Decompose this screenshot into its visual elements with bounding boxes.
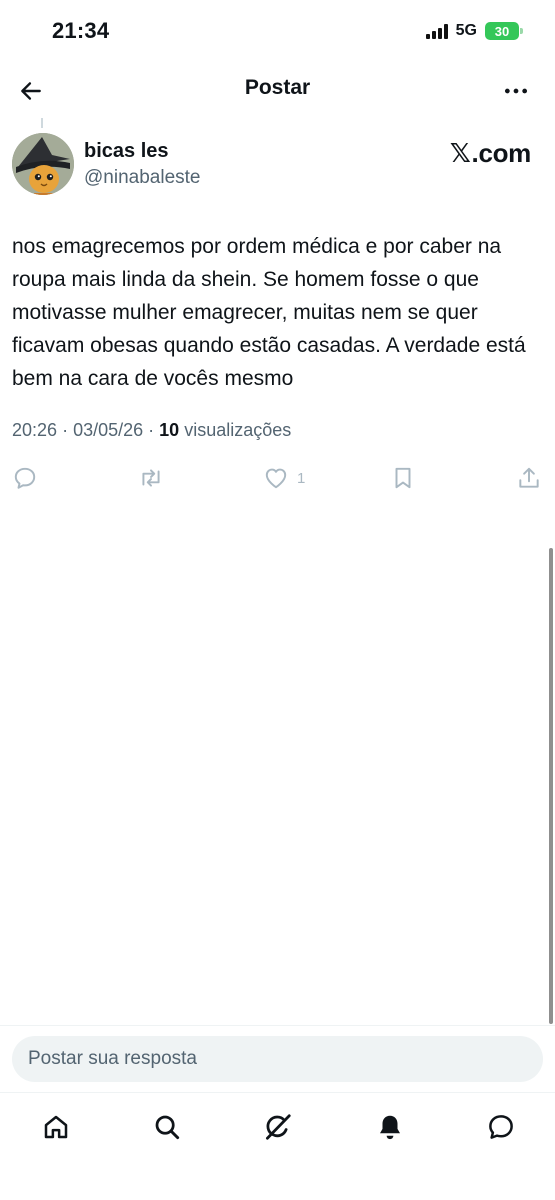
reply-input[interactable]	[12, 1036, 543, 1082]
author-handle[interactable]: @ninabaleste	[84, 167, 200, 189]
avatar-image	[12, 133, 74, 195]
network-label: 5G	[455, 22, 477, 39]
author-display-name[interactable]: bicas les	[84, 140, 169, 163]
heart-icon	[265, 468, 287, 489]
scrollbar[interactable]	[549, 548, 553, 1024]
tab-notifications[interactable]	[370, 1107, 410, 1147]
tab-home[interactable]	[36, 1107, 76, 1147]
post-time[interactable]: 20:26	[12, 420, 57, 440]
views-count: 10	[159, 420, 180, 440]
tab-grok[interactable]	[258, 1107, 298, 1147]
post-meta: 20:26 · 03/05/26 · 10 visualizações	[12, 420, 291, 441]
battery-icon: 30	[485, 22, 523, 40]
reply-button[interactable]	[12, 464, 38, 492]
messages-icon	[489, 1115, 513, 1139]
thread-connector	[41, 118, 43, 128]
repost-button[interactable]	[138, 464, 164, 492]
x-logo-icon: 𝕏	[449, 139, 471, 169]
post-text: nos emagrecemos por ordem médica e por c…	[12, 235, 526, 390]
avatar[interactable]	[12, 133, 74, 195]
bookmark-icon	[395, 467, 411, 489]
search-icon	[155, 1115, 180, 1140]
more-dots-icon	[504, 88, 528, 94]
repost-icon	[142, 469, 160, 487]
like-button[interactable]: 1	[263, 464, 305, 492]
page-title: Postar	[244, 76, 311, 99]
tab-messages[interactable]	[481, 1107, 521, 1147]
reply-icon	[14, 467, 36, 489]
meta-separator: ·	[148, 420, 160, 440]
share-icon	[519, 467, 539, 488]
bottom-tab-bar	[0, 1093, 555, 1200]
meta-separator: ·	[62, 420, 74, 440]
post-actions: 1	[0, 460, 555, 496]
home-icon	[44, 1115, 68, 1139]
share-button[interactable]	[516, 464, 542, 492]
status-bar: 21:34 5G 30	[0, 0, 555, 64]
grok-icon	[266, 1114, 291, 1140]
bookmark-button[interactable]	[390, 464, 416, 492]
status-time: 21:34	[52, 18, 110, 43]
more-options-button[interactable]	[499, 74, 533, 108]
battery-level: 30	[494, 23, 510, 39]
bell-icon	[380, 1115, 400, 1140]
top-nav-bar: Postar	[0, 64, 555, 116]
views-label: visualizações	[184, 420, 292, 440]
post-date[interactable]: 03/05/26	[73, 420, 143, 440]
status-indicators: 5G 30	[425, 22, 523, 40]
divider	[0, 1025, 555, 1026]
tab-search[interactable]	[147, 1107, 187, 1147]
source-watermark: 𝕏 .com	[450, 138, 531, 169]
source-label: .com	[471, 138, 532, 168]
signal-icon	[425, 23, 448, 39]
like-count: 1	[297, 469, 306, 487]
